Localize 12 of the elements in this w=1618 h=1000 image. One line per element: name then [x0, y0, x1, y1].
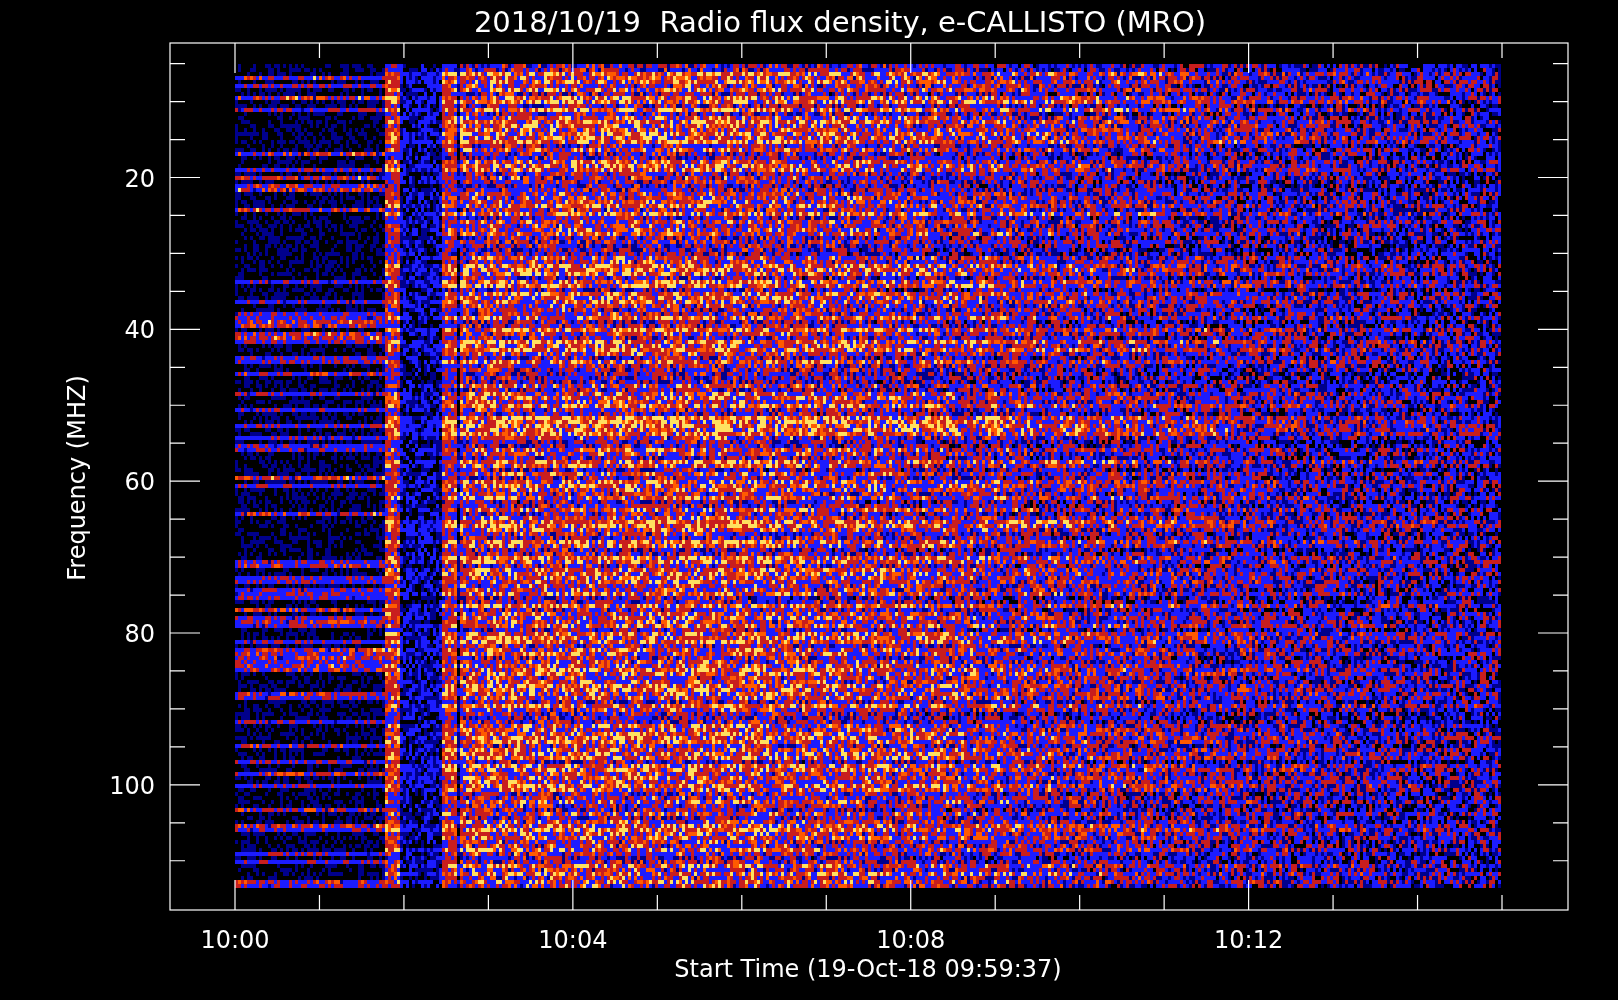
- axis-title: Frequency (MHZ): [63, 375, 91, 581]
- axis-tick-label: 10:08: [876, 926, 946, 954]
- axis-tick-label: 60: [124, 468, 155, 497]
- axis-tick-label: 100: [109, 771, 155, 800]
- axis-tick-label: 40: [124, 316, 155, 345]
- axis-tick-label: 80: [124, 620, 155, 648]
- axis-tick-label: 10:00: [200, 926, 270, 954]
- plot-title: 2018/10/19 Radio flux density, e-CALLISTO (MRO): [473, 5, 1207, 39]
- axis-tick-label: 20: [124, 164, 155, 193]
- axis-tick-label: 10:12: [1214, 926, 1284, 954]
- axis-tick-label: 10:04: [538, 926, 608, 954]
- axis-title: Start Time (19-Oct-18 09:59:37): [674, 955, 1062, 983]
